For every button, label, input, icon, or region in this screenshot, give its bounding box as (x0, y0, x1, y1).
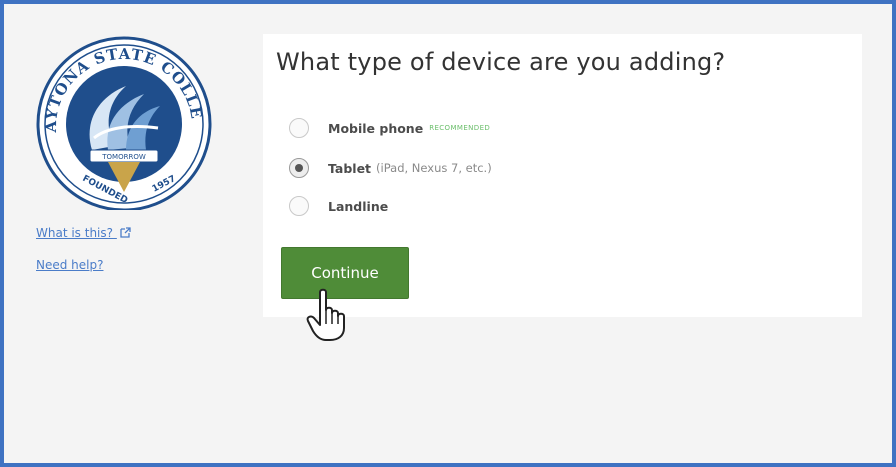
external-link-icon (120, 227, 131, 238)
recommended-badge: RECOMMENDED (429, 124, 491, 132)
option-mobile-phone[interactable]: Mobile phone RECOMMENDED (289, 116, 490, 140)
radio-selected-dot (295, 164, 303, 172)
screenshot-frame: DAYTONA STATE COLLEGE TOMORROW FOUNDED 1… (0, 0, 896, 467)
college-seal-logo: DAYTONA STATE COLLEGE TOMORROW FOUNDED 1… (34, 32, 212, 210)
hand-pointer-icon (306, 288, 345, 341)
option-label: Landline (328, 198, 389, 214)
need-help-link[interactable]: Need help? (36, 258, 103, 272)
option-tablet[interactable]: Tablet (iPad, Nexus 7, etc.) (289, 156, 492, 180)
what-is-this-link[interactable]: What is this? (36, 226, 131, 240)
option-note: (iPad, Nexus 7, etc.) (376, 161, 492, 175)
svg-text:TOMORROW: TOMORROW (101, 153, 146, 161)
page-title: What type of device are you adding? (276, 48, 726, 76)
option-label: Tablet (328, 160, 372, 176)
radio-landline[interactable] (289, 196, 309, 216)
device-type-panel: What type of device are you adding? Mobi… (263, 34, 862, 317)
radio-tablet[interactable] (289, 158, 309, 178)
what-is-this-label[interactable]: What is this? (36, 226, 113, 240)
option-landline[interactable]: Landline (289, 194, 388, 218)
radio-mobile-phone[interactable] (289, 118, 309, 138)
option-label: Mobile phone (328, 120, 424, 136)
